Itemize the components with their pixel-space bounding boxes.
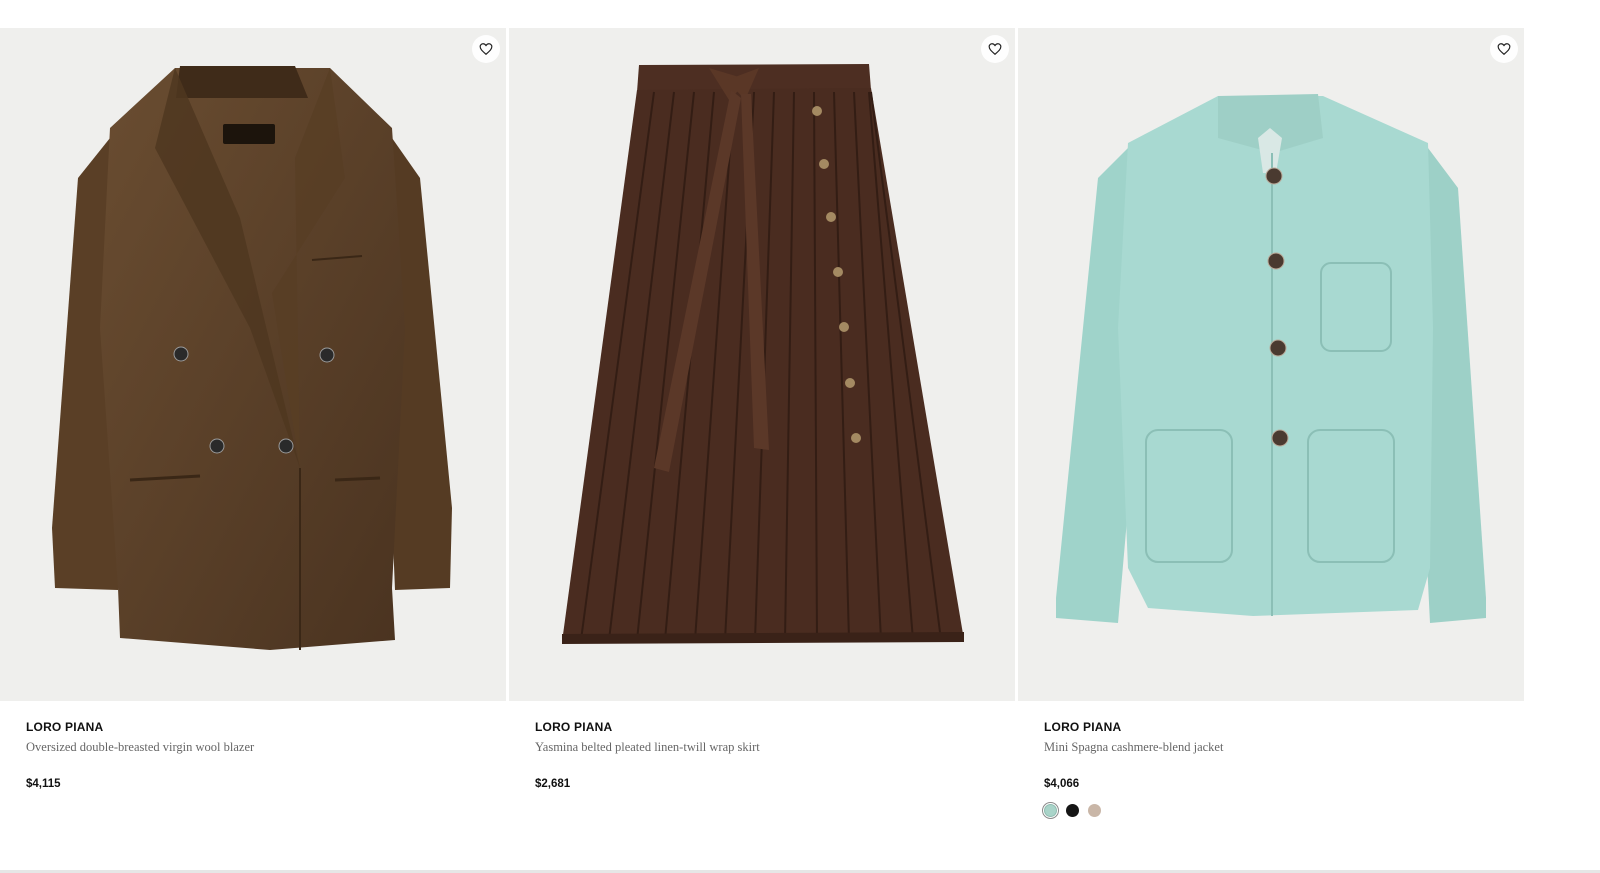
heart-icon bbox=[988, 43, 1002, 56]
product-brand[interactable]: LORO PIANA bbox=[1044, 719, 1498, 735]
product-listing-page: LORO PIANA Oversized double-breasted vir… bbox=[0, 0, 1600, 873]
product-price: $2,681 bbox=[535, 778, 571, 790]
product-card[interactable]: LORO PIANA Oversized double-breasted vir… bbox=[0, 28, 506, 817]
swatch-mint[interactable] bbox=[1042, 802, 1059, 819]
wishlist-button[interactable] bbox=[1490, 35, 1518, 63]
skirt-image bbox=[562, 64, 964, 644]
product-image[interactable] bbox=[1018, 28, 1524, 701]
product-info: LORO PIANA Oversized double-breasted vir… bbox=[0, 701, 506, 792]
product-card[interactable]: LORO PIANA Mini Spagna cashmere-blend ja… bbox=[1018, 28, 1524, 819]
product-name[interactable]: Yasmina belted pleated linen-twill wrap … bbox=[535, 738, 989, 756]
product-price: $4,115 bbox=[26, 778, 61, 790]
product-info: LORO PIANA Mini Spagna cashmere-blend ja… bbox=[1018, 701, 1524, 819]
product-grid: LORO PIANA Oversized double-breasted vir… bbox=[0, 28, 1524, 819]
product-card[interactable]: LORO PIANA Yasmina belted pleated linen-… bbox=[509, 28, 1015, 817]
wishlist-button[interactable] bbox=[472, 35, 500, 63]
product-brand[interactable]: LORO PIANA bbox=[535, 719, 989, 735]
product-brand[interactable]: LORO PIANA bbox=[26, 719, 480, 735]
product-name[interactable]: Mini Spagna cashmere-blend jacket bbox=[1044, 738, 1498, 756]
heart-icon bbox=[1497, 43, 1511, 56]
blazer-image bbox=[52, 66, 452, 650]
color-swatches bbox=[1042, 802, 1498, 819]
product-info: LORO PIANA Yasmina belted pleated linen-… bbox=[509, 701, 1015, 792]
product-name[interactable]: Oversized double-breasted virgin wool bl… bbox=[26, 738, 480, 756]
wishlist-button[interactable] bbox=[981, 35, 1009, 63]
swatch-beige[interactable] bbox=[1088, 804, 1101, 817]
product-price: $4,066 bbox=[1044, 778, 1080, 790]
heart-icon bbox=[479, 43, 493, 56]
product-image[interactable] bbox=[0, 28, 506, 701]
product-image[interactable] bbox=[509, 28, 1015, 701]
jacket-image bbox=[1056, 94, 1486, 623]
swatch-black[interactable] bbox=[1066, 804, 1079, 817]
